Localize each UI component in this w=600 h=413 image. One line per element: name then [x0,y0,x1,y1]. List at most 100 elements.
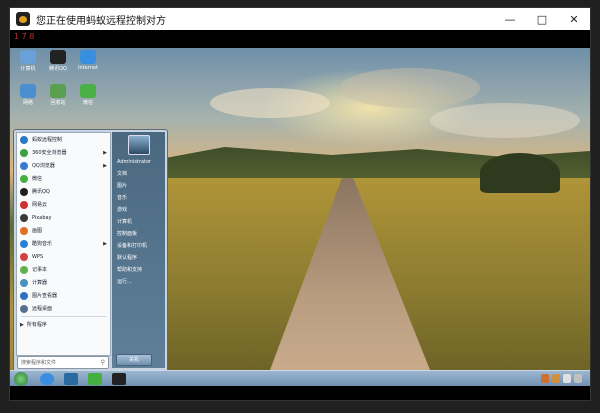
user-avatar [128,135,150,155]
system-link[interactable]: 控制面板 [112,228,165,240]
program-icon [20,304,28,313]
close-button[interactable]: ✕ [558,8,590,30]
program-item[interactable]: 微信 [17,172,110,185]
system-links: 文档 图片 音乐 游戏 计算机 控制面板 设备和打印机 默认程序 帮助和支持 运行... [112,168,165,288]
all-programs-item[interactable]: ▶ 所有程序 [17,318,110,331]
start-search-input[interactable]: 搜索程序和文件 ⚲ [17,356,109,369]
remote-desktop[interactable]: 计算机 腾讯QQ Internet 网络 回收站 微信 蚂蚁远程控制 360安全浏览器 ▶ QQ… [10,48,590,370]
program-label: Pixabay [32,214,52,221]
taskbar [10,370,590,387]
program-label: 计算器 [32,280,48,286]
start-menu-programs: 蚂蚁远程控制 360安全浏览器 ▶ QQ浏览器 ▶ 微信 腾讯QQ 网易云 Pixabay 画图酷… [16,132,111,356]
system-link[interactable]: 设备和打印机 [112,240,165,252]
system-link[interactable]: 默认程序 [112,252,165,264]
divider [21,316,106,317]
program-label: WPS [32,253,44,260]
system-link[interactable]: 计算机 [112,216,165,228]
all-programs-label: 所有程序 [26,322,47,328]
submenu-arrow-icon: ▶ [103,149,107,156]
remote-toolbar-area: 1 7 8 [10,30,590,48]
program-label: 远程桌面 [32,306,53,312]
program-icon [20,200,28,209]
program-item[interactable]: 酷狗音乐 ▶ [17,237,110,250]
program-item[interactable]: Pixabay [17,211,110,224]
program-icon [20,226,28,235]
program-item[interactable]: 图片查看器 [17,289,110,302]
program-item[interactable]: 蚂蚁远程控制 [17,133,110,146]
program-item[interactable]: 网易云 [17,198,110,211]
app-icon [20,84,36,98]
remote-control-window: 您正在使用蚂蚁远程控制对方 — □ ✕ 1 7 8 计算机 腾讯QQ Interne… [10,8,590,400]
program-label: 酷狗音乐 [32,241,53,247]
minimize-button[interactable]: — [494,8,526,30]
program-item[interactable]: 360安全浏览器 ▶ [17,146,110,159]
system-link[interactable]: 帮助和支持 [112,264,165,276]
ant-taskbar-icon[interactable] [112,373,126,385]
program-item[interactable]: 画图 [17,224,110,237]
title-bar: 您正在使用蚂蚁远程控制对方 — □ ✕ [10,8,590,30]
program-item[interactable]: 腾讯QQ [17,185,110,198]
desktop-icon[interactable]: 网络 [14,84,42,106]
submenu-arrow-icon: ▶ [103,240,107,247]
cloud [340,68,480,108]
window-controls: — □ ✕ [494,8,590,30]
cloud [210,88,330,118]
cloud [430,103,580,138]
program-label: 360安全浏览器 [32,150,67,156]
desktop-icon-label: Internet [78,65,98,71]
desktop-icon[interactable]: 回收站 [44,84,72,106]
system-link[interactable]: 游戏 [112,204,165,216]
program-item[interactable]: 远程桌面 [17,302,110,315]
ie-taskbar-icon[interactable] [40,373,54,385]
desktop-icon[interactable]: 计算机 [14,50,42,72]
program-icon [20,187,28,196]
desktop-icon[interactable]: 腾讯QQ [44,50,72,72]
program-item[interactable]: WPS [17,250,110,263]
maximize-button[interactable]: □ [526,8,558,30]
ant-app-icon [16,12,30,26]
program-icon [20,265,28,274]
arrow-right-icon: ▶ [20,321,24,328]
app-icon [50,50,66,64]
program-label: 记事本 [32,267,48,273]
wechat-taskbar-icon[interactable] [88,373,102,385]
desktop-icon[interactable]: 微信 [74,84,102,106]
system-link[interactable]: 音乐 [112,192,165,204]
program-label: 腾讯QQ [32,189,50,195]
media-taskbar-icon[interactable] [64,373,78,385]
close-icon: ✕ [569,12,579,26]
program-item[interactable]: 计算器 [17,276,110,289]
start-menu: 蚂蚁远程控制 360安全浏览器 ▶ QQ浏览器 ▶ 微信 腾讯QQ 网易云 Pixabay 画图酷… [13,129,168,370]
system-link[interactable]: 文档 [112,168,165,180]
tray-icon[interactable] [563,374,571,383]
desktop-icon-label: 回收站 [50,100,66,106]
app-icon [50,84,66,98]
desktop-icon-label: 腾讯QQ [49,66,67,72]
window-title: 您正在使用蚂蚁远程控制对方 [36,15,166,27]
submenu-arrow-icon: ▶ [103,162,107,169]
system-link[interactable]: 运行... [112,276,165,288]
program-item[interactable]: 记事本 [17,263,110,276]
system-link[interactable]: 图片 [112,180,165,192]
start-button[interactable] [14,372,28,386]
frame-rate-tag: 1 7 8 [14,32,35,41]
program-icon [20,174,28,183]
tray-icon[interactable] [541,374,549,383]
shutdown-button[interactable]: 关机 [116,354,152,366]
program-icon [20,135,28,144]
user-name[interactable]: Administrator [112,156,165,168]
desktop-icon[interactable]: Internet [74,50,102,71]
maximize-icon: □ [536,12,548,26]
program-item[interactable]: QQ浏览器 ▶ [17,159,110,172]
program-icon [20,291,28,300]
program-icon [20,239,28,248]
tray-icon[interactable] [552,374,560,383]
program-icon [20,161,28,170]
search-placeholder: 搜索程序和文件 [21,360,57,366]
program-icon [20,252,28,261]
program-label: 蚂蚁远程控制 [32,137,63,143]
window-bottom-bar [10,386,590,400]
desktop-icon-label: 计算机 [20,66,36,72]
tray-icon[interactable] [574,374,582,383]
system-tray [541,374,582,383]
